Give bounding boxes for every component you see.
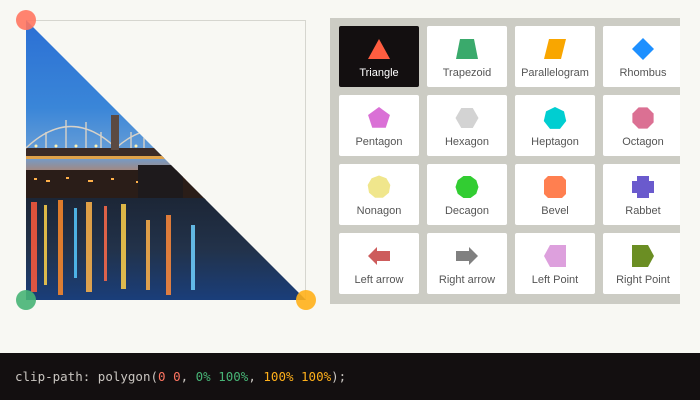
- right-arrow-icon: [456, 247, 478, 265]
- shape-option-heptagon[interactable]: Heptagon: [515, 95, 595, 156]
- shape-label: Parallelogram: [521, 67, 589, 79]
- rabbet-icon: [632, 176, 654, 198]
- bevel-icon: [544, 176, 566, 198]
- parallelogram-icon: [544, 39, 566, 59]
- shape-label: Left Point: [531, 274, 579, 286]
- shape-option-left-point[interactable]: Left Point: [515, 233, 595, 294]
- bottom-right-handle[interactable]: [296, 290, 316, 310]
- bottom-left-handle[interactable]: [16, 290, 36, 310]
- shape-option-rabbet[interactable]: Rabbet: [603, 164, 680, 225]
- rhombus-icon: [632, 38, 654, 60]
- shape-option-octagon[interactable]: Octagon: [603, 95, 680, 156]
- shape-option-triangle[interactable]: Triangle: [339, 26, 419, 87]
- code-point-1: 0 0: [158, 369, 181, 384]
- shape-label: Hexagon: [444, 136, 490, 148]
- shape-label: Rhombus: [619, 67, 667, 79]
- shape-option-right-arrow[interactable]: Right arrow: [427, 233, 507, 294]
- triangle-icon: [368, 39, 390, 59]
- code-point-3: 100% 100%: [263, 369, 332, 384]
- shape-picker: Triangle Trapezoid Parallelogram Rhombus Pen…: [330, 18, 680, 304]
- shape-label: Trapezoid: [442, 67, 492, 79]
- left-arrow-icon: [368, 247, 390, 265]
- shape-label: Octagon: [622, 136, 664, 148]
- nonagon-icon: [367, 175, 391, 198]
- shape-label: Pentagon: [355, 136, 403, 148]
- top-left-handle[interactable]: [16, 10, 36, 30]
- shape-option-right-point[interactable]: Right Point: [603, 233, 680, 294]
- shape-label: Left arrow: [354, 274, 404, 286]
- shape-option-left-arrow[interactable]: Left arrow: [339, 233, 419, 294]
- shape-label: Decagon: [444, 205, 490, 217]
- trapezoid-icon: [456, 39, 478, 59]
- shape-option-trapezoid[interactable]: Trapezoid: [427, 26, 507, 87]
- shape-option-nonagon[interactable]: Nonagon: [339, 164, 419, 225]
- left-point-icon: [544, 245, 566, 267]
- shape-option-parallelogram[interactable]: Parallelogram: [515, 26, 595, 87]
- shape-option-decagon[interactable]: Decagon: [427, 164, 507, 225]
- code-function-close: );: [331, 369, 347, 384]
- shape-label: Right arrow: [438, 274, 496, 286]
- octagon-icon: [632, 107, 654, 129]
- shape-label: Nonagon: [356, 205, 402, 217]
- code-property: clip-path:: [15, 369, 91, 384]
- shape-grid: Triangle Trapezoid Parallelogram Rhombus Pen…: [330, 18, 680, 294]
- shape-option-rhombus[interactable]: Rhombus: [603, 26, 680, 87]
- shape-label: Rabbet: [625, 205, 661, 217]
- clip-preview: [16, 10, 316, 310]
- hexagon-icon: [455, 108, 479, 128]
- shape-label: Right Point: [616, 274, 670, 286]
- code-point-2: 0% 100%: [195, 369, 249, 384]
- code-function-open: polygon(: [97, 369, 159, 384]
- shape-option-bevel[interactable]: Bevel: [515, 164, 595, 225]
- shape-label: Bevel: [541, 205, 569, 217]
- decagon-icon: [455, 176, 479, 198]
- shape-label: Triangle: [359, 67, 399, 79]
- pentagon-icon: [368, 107, 390, 128]
- shape-option-hexagon[interactable]: Hexagon: [427, 95, 507, 156]
- code-output: clip-path: polygon(0 0, 0% 100%, 100% 10…: [0, 353, 700, 400]
- right-point-icon: [632, 245, 654, 267]
- heptagon-icon: [543, 107, 567, 129]
- shape-label: Heptagon: [531, 136, 579, 148]
- shape-option-pentagon[interactable]: Pentagon: [339, 95, 419, 156]
